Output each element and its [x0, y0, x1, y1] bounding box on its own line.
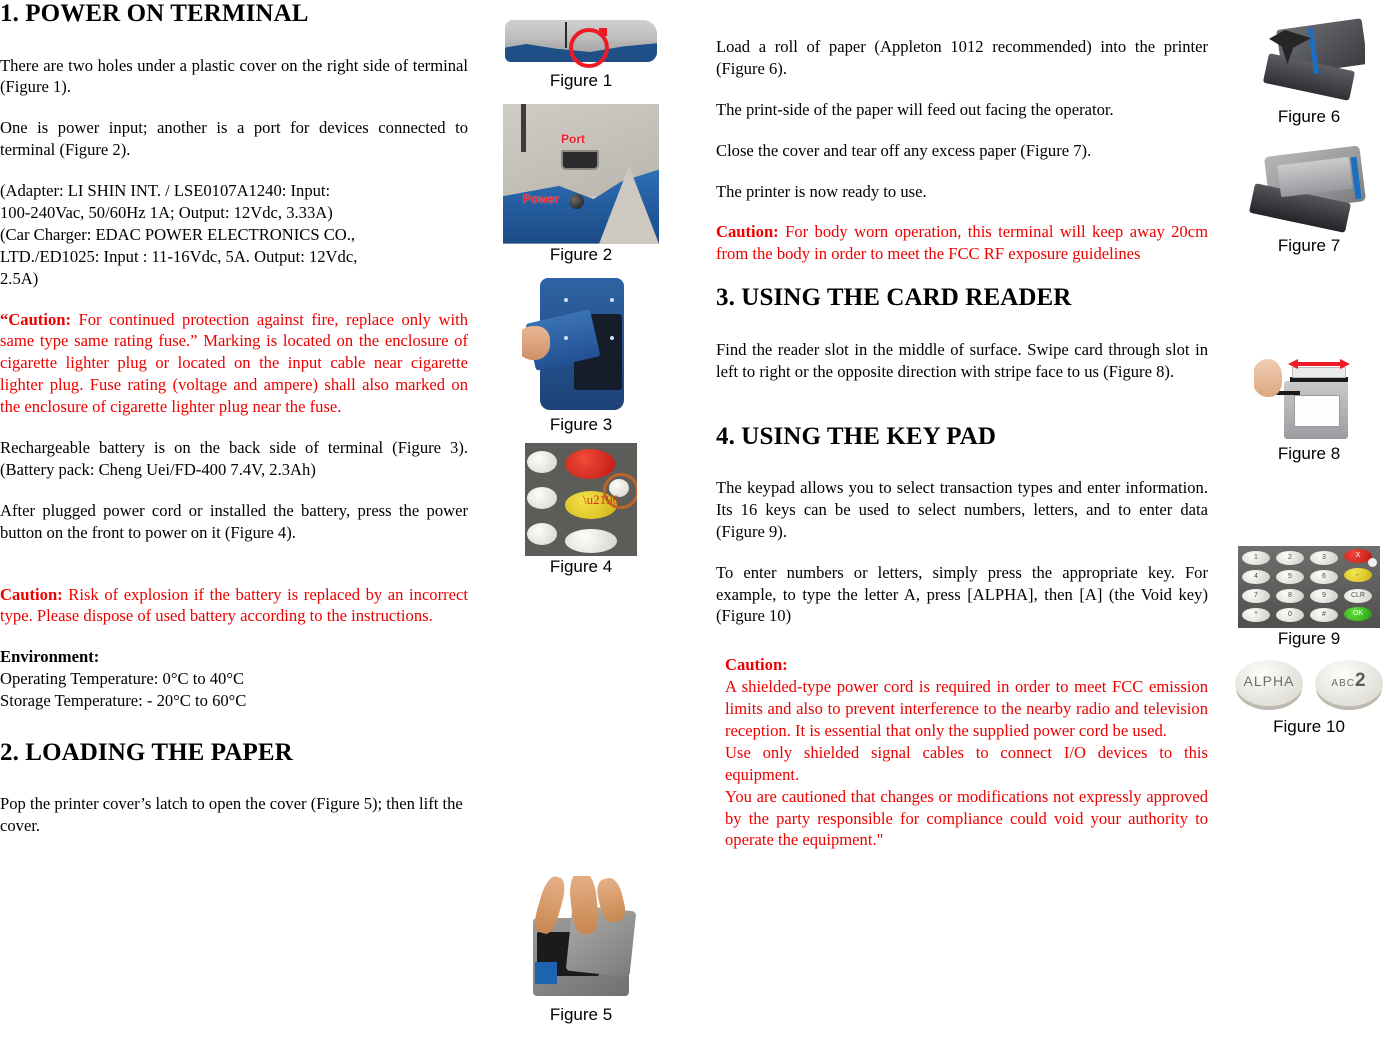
- figure-4-image: \u2190: [525, 442, 637, 556]
- figure-10: ALPHA ABC2 Figure 10: [1224, 654, 1394, 737]
- keypad-key: #: [1310, 607, 1338, 622]
- figure-3-image: [522, 274, 640, 415]
- keypad-key: 6: [1310, 569, 1338, 584]
- heading-section-4: 4. USING THE KEY PAD: [716, 422, 997, 450]
- s1-adapter-line-3: (Car Charger: EDAC POWER ELECTRONICS CO.…: [0, 224, 356, 244]
- s2-caution-bodyworn: Caution: For body worn operation, this t…: [716, 221, 1208, 265]
- s4-paragraph-1: The keypad allows you to select transact…: [716, 478, 1208, 541]
- figure-6-image: [1253, 10, 1365, 106]
- keypad-key: 8: [1276, 588, 1304, 603]
- hand-icon: [1254, 359, 1282, 398]
- caution-label: “Caution:: [0, 309, 71, 329]
- keypad-key: 0: [1276, 607, 1304, 622]
- figure-3: Figure 3: [486, 274, 676, 435]
- keypad-key: 9: [1310, 588, 1338, 603]
- figure-8-caption: Figure 8: [1277, 444, 1341, 464]
- keypad-key: 5: [1276, 569, 1304, 584]
- s1-adapter-line-4: LTD./ED1025: Input : 11-16Vdc, 5A. Outpu…: [0, 246, 358, 266]
- power-key-red: [565, 448, 615, 479]
- caution-text: For continued protection against fire, r…: [0, 309, 468, 417]
- s1-caution-fuse: “Caution: For continued protection again…: [0, 309, 468, 418]
- s1-paragraph-battery: Rechargeable battery is on the back side…: [0, 437, 468, 479]
- keypad-key: 1: [1242, 550, 1270, 565]
- figure-7-image: [1249, 142, 1369, 235]
- figure-3-caption: Figure 3: [549, 415, 613, 435]
- s2-paragraph-1: Pop the printer cover’s latch to open th…: [0, 794, 463, 836]
- s1-adapter-line-5: 2.5A): [0, 268, 39, 288]
- caution-label: Caution:: [716, 222, 779, 242]
- figure-7: Figure 7: [1224, 142, 1394, 256]
- s4-caution-block: Caution: A shielded-type power cord is r…: [716, 654, 1208, 851]
- figure-1-image: [503, 10, 659, 70]
- s4-paragraph-2: To enter numbers or letters, simply pres…: [716, 562, 1208, 626]
- caution-label: Caution:: [725, 655, 788, 675]
- s1-paragraph-poweron: After plugged power cord or installed th…: [0, 500, 468, 542]
- figure-4-caption: Figure 4: [549, 556, 613, 576]
- caution-text: For body worn operation, this terminal w…: [716, 222, 1208, 264]
- right-text-column: Load a roll of paper (Appleton 1012 reco…: [716, 0, 1208, 851]
- environment-operating-temp: Operating Temperature: 0°C to 40°C: [0, 669, 245, 689]
- figure-2: Port Power Figure 2: [486, 103, 676, 265]
- environment-storage-temp: Storage Temperature: - 20°C to 60°C: [0, 691, 247, 711]
- swipe-arrow-icon: [1288, 359, 1350, 370]
- usb-port-icon: [561, 149, 599, 170]
- abc2-keycap: ABC2: [1315, 660, 1383, 707]
- figure-8: Figure 8: [1224, 353, 1394, 464]
- caution-label: Caution:: [0, 584, 63, 604]
- figure-6-caption: Figure 6: [1277, 107, 1341, 126]
- abc-label: ABC: [1331, 678, 1355, 690]
- figure-2-power-label: Power: [523, 191, 560, 206]
- figure-9-caption: Figure 9: [1277, 628, 1341, 648]
- s3-paragraph-1: Find the reader slot in the middle of su…: [716, 339, 1208, 381]
- heading-section-2: 2. LOADING THE PAPER: [0, 738, 293, 766]
- figure-9-image: 1 2 3 X 4 5 6 ← 7 8 9 CLR * 0 # OK: [1238, 545, 1380, 628]
- power-jack-icon: [569, 193, 584, 209]
- s2-paragraph-close: Close the cover and tear off any excess …: [716, 140, 1092, 160]
- figure-5-caption: Figure 5: [549, 1005, 613, 1025]
- heading-section-1: 1. POWER ON TERMINAL: [0, 0, 309, 27]
- figure-1: Figure 1: [486, 10, 676, 91]
- figure-4: \u2190 Figure 4: [486, 442, 676, 577]
- figure-8-image: [1254, 353, 1364, 444]
- keypad-key: *: [1242, 607, 1270, 622]
- caution-text: Risk of explosion if the battery is repl…: [0, 584, 468, 626]
- keypad-key-backspace: ←: [1344, 567, 1372, 582]
- figure-5: Figure 5: [486, 876, 676, 1025]
- figure-10-image: ALPHA ABC2: [1233, 654, 1385, 717]
- left-text-column: 1. POWER ON TERMINAL There are two holes…: [0, 0, 468, 837]
- s1-caution-battery: Caution: Risk of explosion if the batter…: [0, 584, 468, 628]
- alpha-keycap: ALPHA: [1235, 660, 1303, 707]
- caution-signal-cables: Use only shielded signal cables to conne…: [725, 742, 1208, 784]
- figure-7-caption: Figure 7: [1277, 235, 1341, 255]
- s1-adapter-line-1: (Adapter: LI SHIN INT. / LSE0107A1240: I…: [0, 181, 331, 201]
- figure-6: Figure 6: [1224, 10, 1394, 127]
- environment-label: Environment:: [0, 647, 100, 667]
- keypad-key: 3: [1310, 550, 1338, 565]
- figure-column-right: Figure 6 Figure 7 Figure 8 1 2 3 X 4 5 6…: [1224, 0, 1394, 737]
- caution-modifications: You are cautioned that changes or modifi…: [725, 786, 1208, 850]
- figure-10-caption: Figure 10: [1273, 717, 1345, 737]
- s1-adapter-line-2: 100-240Vac, 50/60Hz 1A; Output: 12Vdc, 3…: [0, 202, 333, 222]
- figure-1-caption: Figure 1: [549, 71, 613, 90]
- heading-section-3: 3. USING THE CARD READER: [716, 284, 1072, 312]
- s2-paragraph-ready: The printer is now ready to use.: [716, 181, 927, 201]
- keypad-key-clear: CLR: [1344, 588, 1372, 603]
- figure-2-caption: Figure 2: [549, 244, 613, 264]
- keypad-key: 7: [1242, 588, 1270, 603]
- keypad-key: 2: [1276, 550, 1304, 565]
- digit-2-label: 2: [1354, 670, 1367, 692]
- figure-5-image: [525, 876, 637, 1005]
- figure-2-image: Port Power: [503, 103, 659, 244]
- figure-column-left: Figure 1 Port Power Figure 2 Figure 3 \u…: [486, 0, 676, 1025]
- s1-paragraph-1: There are two holes under a plastic cove…: [0, 55, 468, 97]
- caution-shielded-cord: A shielded-type power cord is required i…: [725, 677, 1208, 741]
- figure-2-port-label: Port: [561, 131, 585, 146]
- keypad-key: 4: [1242, 569, 1270, 584]
- s1-paragraph-2: One is power input; another is a port fo…: [0, 118, 468, 160]
- s2-paragraph-load: Load a roll of paper (Appleton 1012 reco…: [716, 37, 1208, 78]
- s2-paragraph-printside: The print-side of the paper will feed ou…: [716, 99, 1114, 119]
- hand-icon: [522, 326, 550, 361]
- keypad-key-enter: OK: [1344, 606, 1372, 621]
- figure-9: 1 2 3 X 4 5 6 ← 7 8 9 CLR * 0 # OK Figur…: [1224, 545, 1394, 649]
